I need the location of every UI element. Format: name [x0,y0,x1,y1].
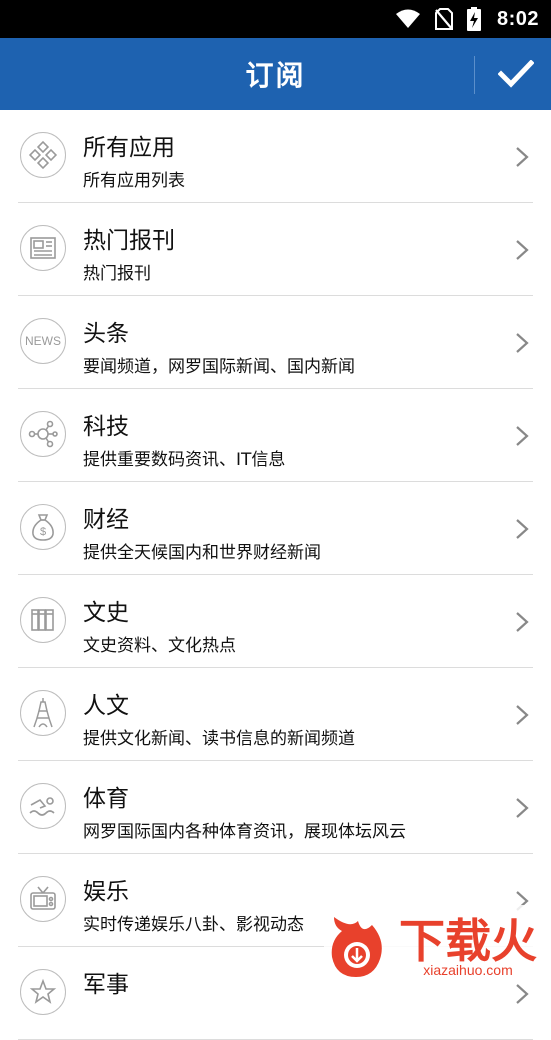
chevron-right-icon [516,705,529,725]
item-desc: 网罗国际国内各种体育资讯，展现体坛风云 [83,822,406,842]
item-title: 文史 [83,600,129,626]
apps-icon [20,132,66,178]
chevron-right-icon [516,519,529,539]
item-desc: 提供重要数码资讯、IT信息 [83,450,286,470]
confirm-button[interactable] [480,38,551,110]
tower-icon [20,690,66,736]
item-desc: 文史资料、文化热点 [83,636,236,656]
list-item-finance[interactable]: $ 财经 提供全天候国内和世界财经新闻 [18,482,533,575]
item-desc: 热门报刊 [83,264,151,284]
list-item-culture[interactable]: 人文 提供文化新闻、读书信息的新闻频道 [18,668,533,761]
list-item-sports[interactable]: 体育 网罗国际国内各种体育资讯，展现体坛风云 [18,761,533,854]
swimmer-icon [20,783,66,829]
list-item-all-apps[interactable]: 所有应用 所有应用列表 [18,110,533,203]
tv-icon [20,876,66,922]
check-icon [497,60,534,88]
app-bar-divider [474,56,475,94]
app-bar: 订阅 [0,38,551,110]
item-title: 军事 [83,972,129,998]
chevron-right-icon [516,240,529,260]
item-title: 科技 [83,414,129,440]
item-desc: 提供文化新闻、读书信息的新闻频道 [83,729,355,749]
item-title: 热门报刊 [83,228,175,254]
svg-text:$: $ [40,526,46,538]
item-title: 头条 [83,321,129,347]
chevron-right-icon [516,426,529,446]
military-icon [20,969,66,1015]
no-sim-icon [434,8,453,30]
item-title: 体育 [83,786,129,812]
item-desc: 实时传递娱乐八卦、影视动态 [83,915,304,935]
battery-charging-icon [466,7,481,31]
list-item-popular-press[interactable]: 热门报刊 热门报刊 [18,203,533,296]
item-desc: 提供全天候国内和世界财经新闻 [83,543,321,563]
watermark-url: xiazaihuo.com [423,962,513,978]
status-time: 8:02 [496,7,539,30]
wifi-icon [395,9,420,28]
news-icon: NEWS [20,318,66,364]
subscription-list: 所有应用 所有应用列表 热门报刊 热门报刊 NEWS 头条 要闻频道，网罗国际新… [0,110,551,1040]
list-item-history[interactable]: 文史 文史资料、文化热点 [18,575,533,668]
network-icon [20,411,66,457]
chevron-right-icon [516,612,529,632]
page-title: 订阅 [245,59,306,92]
chevron-right-icon [516,798,529,818]
watermark-brand: 下载火 [399,914,537,968]
item-desc: 要闻频道，网罗国际新闻、国内新闻 [83,357,355,377]
chevron-right-icon [516,147,529,167]
status-bar: 8:02 [0,0,551,38]
newspaper-icon [20,225,66,271]
money-bag-icon: $ [20,504,66,550]
news-icon-label: NEWS [25,334,61,348]
item-title: 人文 [83,693,129,719]
list-item-headlines[interactable]: NEWS 头条 要闻频道，网罗国际新闻、国内新闻 [18,296,533,389]
books-icon [20,597,66,643]
list-item-technology[interactable]: 科技 提供重要数码资讯、IT信息 [18,389,533,482]
item-desc: 所有应用列表 [83,171,185,191]
watermark-logo: 下载火 xiazaihuo.com [324,905,551,981]
item-title: 所有应用 [83,135,175,161]
item-title: 财经 [83,507,129,533]
chevron-right-icon [516,984,529,1004]
item-title: 娱乐 [83,879,129,905]
chevron-right-icon [516,333,529,353]
